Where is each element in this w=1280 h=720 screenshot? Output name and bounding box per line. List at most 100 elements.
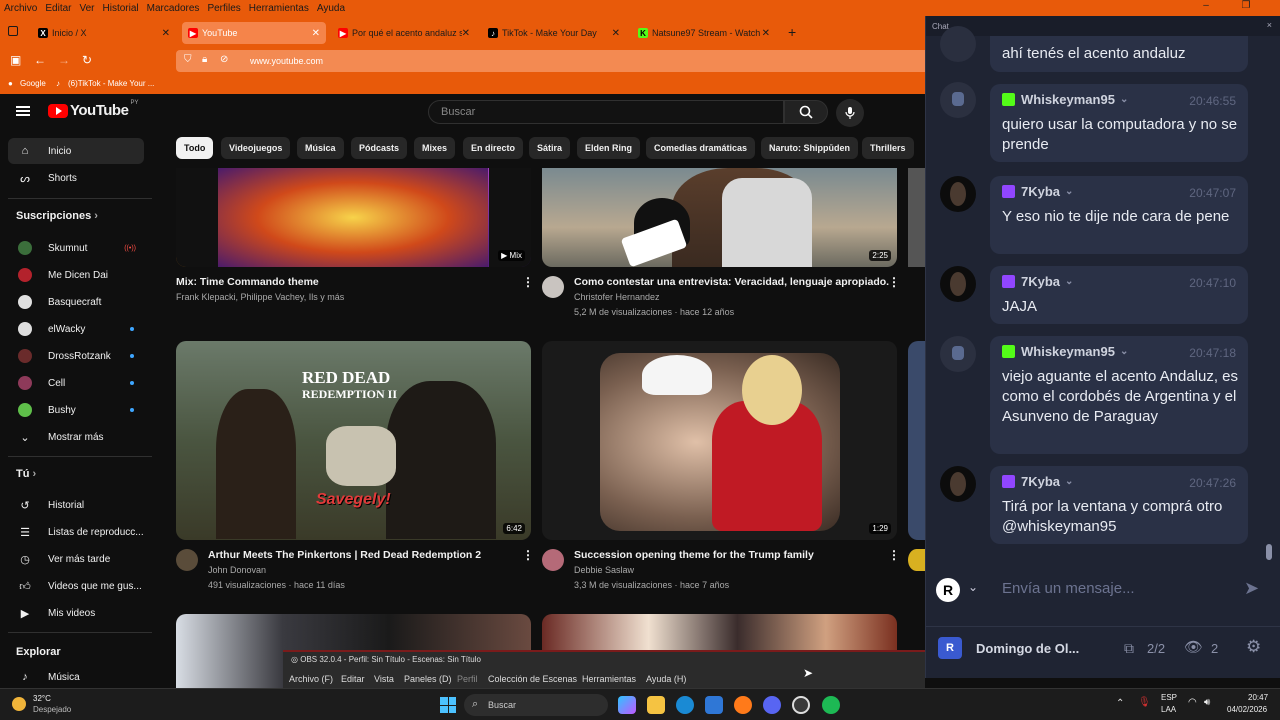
menu-marcadores[interactable]: Marcadores xyxy=(147,3,200,14)
channel-avatar[interactable]: R xyxy=(938,637,962,659)
close-tab-icon[interactable]: ✕ xyxy=(612,28,620,39)
sidebar-item-me-dicen-dai[interactable]: Me Dicen Dai xyxy=(8,262,144,288)
menu-historial[interactable]: Historial xyxy=(103,3,139,14)
chip-naruto[interactable]: Naruto: Shippūden xyxy=(761,137,858,159)
chip-podcasts[interactable]: Pódcasts xyxy=(351,137,408,159)
wifi-icon[interactable]: ◠ xyxy=(1188,697,1197,708)
subscriptions-heading[interactable]: Suscripciones › xyxy=(16,210,98,222)
video-thumbnail[interactable]: 1:29 xyxy=(542,341,897,540)
menu-herramientas[interactable]: Herramientas xyxy=(249,3,309,14)
permissions-icon[interactable]: ⊘ xyxy=(220,54,228,65)
more-options-icon[interactable]: ⋮ xyxy=(888,275,900,289)
sidebar-item-cell[interactable]: Cell xyxy=(8,370,144,396)
discord-icon[interactable] xyxy=(763,696,781,714)
tab-acento[interactable]: ▶ Por qué el acento andaluz se si ✕ xyxy=(332,22,476,44)
weather-icon[interactable] xyxy=(12,697,26,711)
menu-ver[interactable]: Ver xyxy=(79,3,94,14)
video-thumbnail[interactable]: 2:25 xyxy=(542,168,897,267)
chat-username[interactable]: 7Kyba ⌄ xyxy=(1002,184,1073,199)
chat-username[interactable]: Whiskeyman95 ⌄ xyxy=(1002,92,1128,107)
obs-menu-archivo[interactable]: Archivo (F) xyxy=(289,674,333,684)
obs-menu-paneles[interactable]: Paneles (D) xyxy=(404,674,452,684)
tab-kick[interactable]: K Natsune97 Stream - Watch Live ✕ xyxy=(632,22,776,44)
chat-username[interactable]: Whiskeyman95 ⌄ xyxy=(1002,344,1128,359)
video-thumbnail[interactable]: RED DEAD REDEMPTION II Savegely! 6:42 xyxy=(176,341,531,540)
channel-name[interactable]: Domingo de Ol... xyxy=(976,641,1079,656)
close-tab-icon[interactable]: ✕ xyxy=(462,28,470,39)
sidebar-item-basquecraft[interactable]: Basquecraft xyxy=(8,289,144,315)
lock-icon[interactable]: 🔒︎ xyxy=(202,54,207,65)
chip-thrillers[interactable]: Thrillers xyxy=(862,137,914,159)
video-thumbnail[interactable] xyxy=(908,168,925,267)
reload-icon[interactable]: ↻ xyxy=(82,53,92,67)
chat-username[interactable]: 7Kyba ⌄ xyxy=(1002,474,1073,489)
youtube-logo[interactable]: YouTube PY xyxy=(48,100,138,119)
video-channel[interactable]: Christofer Hernandez xyxy=(574,292,660,302)
sidebar-item-skumnut[interactable]: Skumnut ((•)) xyxy=(8,235,144,261)
obs-menu-herramientas[interactable]: Herramientas xyxy=(582,674,636,684)
sidebar-item-watch-later[interactable]: ◷ Ver más tarde xyxy=(8,546,144,572)
account-avatar[interactable]: R xyxy=(936,578,960,602)
bookmark-tiktok[interactable]: (6)TikTok - Make Your ... xyxy=(68,79,154,88)
chip-mixes[interactable]: Mixes xyxy=(414,137,456,159)
chip-comedias[interactable]: Comedias dramáticas xyxy=(646,137,756,159)
sidebar-item-bushy[interactable]: Bushy xyxy=(8,397,144,423)
close-icon[interactable]: × xyxy=(1267,20,1272,30)
chevron-up-icon[interactable]: ⌃ xyxy=(1116,698,1124,709)
obs-icon[interactable] xyxy=(792,696,810,714)
message-input[interactable]: Envía un mensaje... xyxy=(1002,580,1135,597)
tab-list-icon[interactable] xyxy=(8,26,18,36)
language-indicator[interactable]: ESP xyxy=(1161,693,1177,702)
you-heading[interactable]: Tú › xyxy=(16,468,36,480)
video-title[interactable]: Mix: Time Commando theme xyxy=(176,276,319,288)
more-options-icon[interactable]: ⋮ xyxy=(522,548,534,562)
video-channel[interactable]: Frank Klepacki, Philippe Vachey, Ils y m… xyxy=(176,292,344,302)
chip-satira[interactable]: Sátira xyxy=(529,137,571,159)
bookmark-google[interactable]: Google xyxy=(20,79,46,88)
mic-button[interactable] xyxy=(836,99,864,127)
taskbar-search[interactable]: ⌕ Buscar xyxy=(464,694,608,716)
volume-icon[interactable]: 🔊︎ xyxy=(1204,697,1210,708)
channel-avatar[interactable] xyxy=(542,276,564,298)
copilot-icon[interactable] xyxy=(618,696,636,714)
menu-ayuda[interactable]: Ayuda xyxy=(317,3,345,14)
obs-menu-coleccion[interactable]: Colección de Escenas xyxy=(488,674,577,684)
chip-en-directo[interactable]: En directo xyxy=(463,137,524,159)
maximize-icon[interactable]: ❐ xyxy=(1230,0,1262,11)
menu-archivo[interactable]: Archivo xyxy=(4,3,37,14)
chip-videojuegos[interactable]: Videojuegos xyxy=(221,137,291,159)
channel-avatar[interactable] xyxy=(908,549,925,571)
tab-youtube[interactable]: ▶ YouTube ✕ xyxy=(182,22,326,44)
channel-avatar[interactable] xyxy=(542,549,564,571)
spotify-icon[interactable] xyxy=(822,696,840,714)
chip-todo[interactable]: Todo xyxy=(176,137,214,159)
store-icon[interactable] xyxy=(705,696,723,714)
chat-username[interactable]: 7Kyba ⌄ xyxy=(1002,274,1073,289)
sidebar-item-inicio[interactable]: ⌂ Inicio xyxy=(8,138,144,164)
video-channel[interactable]: John Donovan xyxy=(208,565,266,575)
shield-icon[interactable]: ⛉ xyxy=(184,54,192,65)
more-options-icon[interactable]: ⋮ xyxy=(522,275,534,289)
edge-icon[interactable] xyxy=(676,696,694,714)
close-icon[interactable]: ✕ xyxy=(1270,0,1280,11)
show-more-button[interactable]: ⌄ Mostrar más xyxy=(8,424,144,450)
url-bar[interactable]: ⛉ 🔒︎ ⊘ www.youtube.com xyxy=(176,50,936,72)
video-channel[interactable]: Debbie Saslaw xyxy=(574,565,634,575)
search-input[interactable]: Buscar xyxy=(428,100,784,124)
sidebar-item-shorts[interactable]: ᔕ Shorts xyxy=(8,165,144,191)
tab-tiktok[interactable]: ♪ TikTok - Make Your Day ✕ xyxy=(482,22,626,44)
mic-muted-icon[interactable]: 🎙︎ xyxy=(1138,697,1151,708)
menu-perfiles[interactable]: Perfiles xyxy=(207,3,240,14)
hamburger-menu-icon[interactable] xyxy=(16,106,30,116)
weather-temp[interactable]: 32°C xyxy=(33,694,51,703)
firefox-icon[interactable] xyxy=(734,696,752,714)
more-options-icon[interactable]: ⋮ xyxy=(888,548,900,562)
obs-menu-editar[interactable]: Editar xyxy=(341,674,365,684)
sidebar-toggle-icon[interactable]: ▣ xyxy=(10,53,21,67)
obs-menu-vista[interactable]: Vista xyxy=(374,674,394,684)
chat-scrollbar[interactable] xyxy=(1266,544,1272,560)
new-tab-icon[interactable]: + xyxy=(788,24,796,40)
close-tab-icon[interactable]: ✕ xyxy=(162,28,170,39)
chevron-down-icon[interactable]: ⌄ xyxy=(968,580,978,594)
video-title[interactable]: Arthur Meets The Pinkertons | Red Dead R… xyxy=(208,549,481,561)
